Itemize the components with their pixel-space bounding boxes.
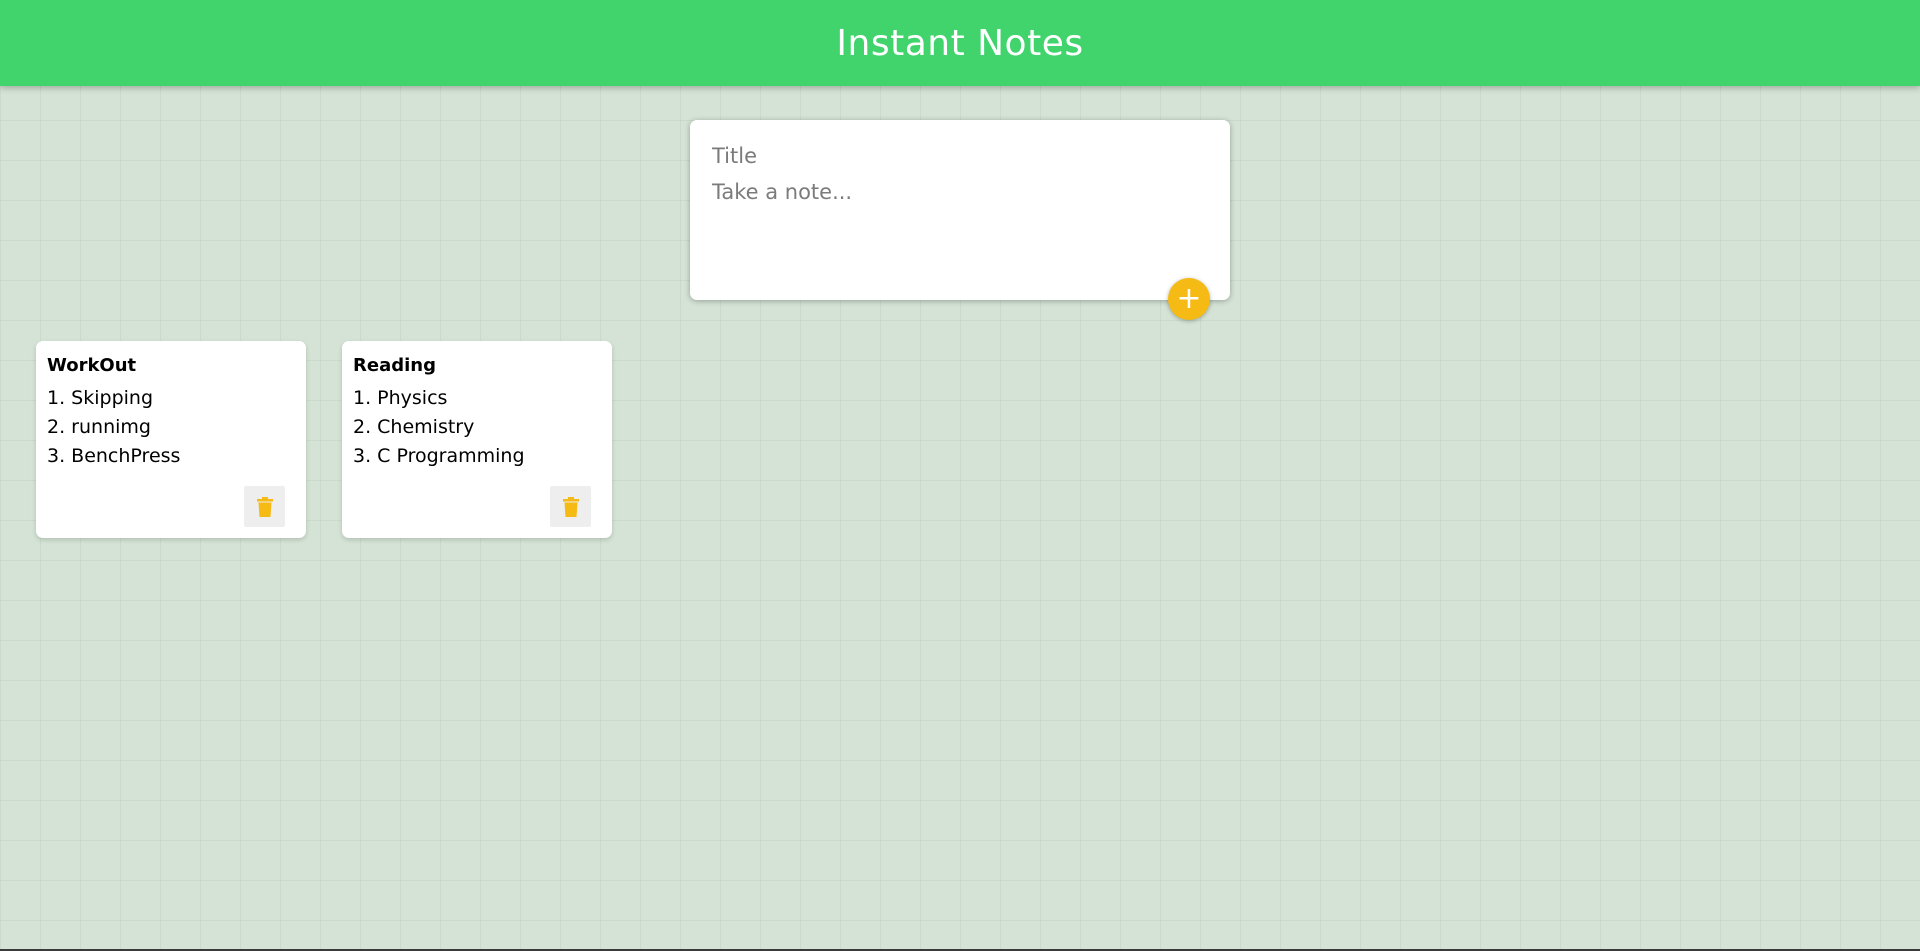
trash-icon — [256, 496, 273, 517]
note-line: 1. Skipping — [47, 387, 154, 409]
app-header: Instant Notes — [0, 0, 1920, 86]
note-card: Reading 1. Physics 2. Chemistry 3. C Pro… — [342, 341, 612, 538]
add-note-button[interactable]: + — [1168, 278, 1210, 320]
notes-list: WorkOut 1. Skipping 2. runnimg 3. BenchP… — [36, 341, 612, 538]
note-line: 2. runnimg — [47, 416, 151, 438]
trash-icon — [562, 496, 579, 517]
delete-note-button[interactable] — [550, 486, 591, 527]
note-card: WorkOut 1. Skipping 2. runnimg 3. BenchP… — [36, 341, 306, 538]
note-line: 1. Physics — [353, 387, 448, 409]
note-line: 3. BenchPress — [47, 445, 181, 467]
note-title-input[interactable] — [712, 140, 1208, 172]
note-content-input[interactable] — [712, 180, 1208, 250]
note-composer: + — [690, 120, 1230, 320]
note-title: WorkOut — [47, 355, 137, 376]
note-line: 3. C Programming — [353, 445, 525, 467]
plus-icon: + — [1176, 281, 1202, 316]
note-line: 2. Chemistry — [353, 416, 475, 438]
app-title: Instant Notes — [836, 22, 1084, 64]
note-title: Reading — [353, 355, 436, 376]
delete-note-button[interactable] — [244, 486, 285, 527]
